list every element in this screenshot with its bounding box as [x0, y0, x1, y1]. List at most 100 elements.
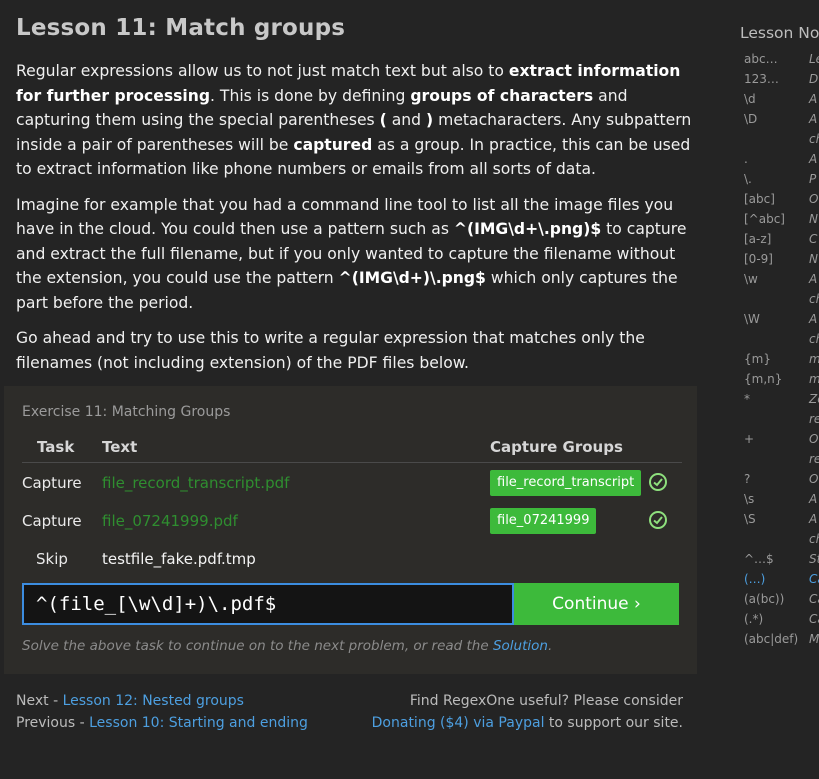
body-text: and	[386, 111, 427, 129]
sidebar-item-pattern: (a(bc))	[744, 592, 785, 606]
sidebar-item-description: Ca	[809, 592, 819, 606]
sidebar-item-pattern: ^…$	[744, 552, 774, 566]
donation-note: Find RegexOne useful? Please consider Do…	[372, 690, 683, 734]
sidebar-item-description: re	[809, 412, 819, 426]
sidebar-item-pattern: (…)	[744, 572, 766, 586]
table-row: Skip testfile_fake.pdf.tmp	[22, 540, 682, 578]
solution-link[interactable]: Solution	[493, 638, 548, 654]
sidebar-item-description: ch	[809, 532, 819, 546]
sidebar-item-description: O	[809, 472, 819, 486]
sidebar-item-description: St	[809, 552, 819, 566]
body-text: Go ahead and try to use this to write a …	[16, 329, 645, 372]
sidebar-item-pattern: \.	[744, 172, 752, 186]
donate-link[interactable]: Donating ($4) via Paypal	[372, 715, 545, 731]
body-text: . This is done by defining	[210, 86, 411, 105]
lesson-navigation: Next - Lesson 12: Nested groups Previous…	[16, 690, 308, 734]
header-task: Task	[37, 438, 75, 456]
sidebar-item-pattern: [^abc]	[744, 212, 785, 226]
hint-prefix: Solve the above task to continue on to t…	[22, 638, 493, 654]
paragraph-3: Go ahead and try to use this to write a …	[16, 326, 692, 375]
sidebar-item-description: O	[809, 192, 819, 206]
next-prefix: Next -	[16, 693, 63, 709]
sidebar-item-description: ch	[809, 332, 819, 346]
sidebar-item-description: D	[809, 72, 819, 86]
answer-row: Continue ›	[22, 583, 679, 625]
sidebar-item-pattern: [a-z]	[744, 232, 772, 246]
sidebar-item-description: N	[809, 252, 818, 266]
task-label: Capture	[22, 512, 82, 530]
check-icon	[649, 511, 667, 529]
paragraph-1: Regular expressions allow us to not just…	[16, 59, 692, 182]
capture-group-badge: file_07241999	[490, 508, 597, 534]
emphasis-text: captured	[293, 135, 373, 154]
sidebar-item-description: M	[809, 632, 819, 646]
sidebar-item-description: A	[809, 152, 818, 166]
paragraph-2: Imagine for example that you had a comma…	[16, 193, 692, 316]
task-label: Capture	[22, 474, 82, 492]
sidebar-item-description: A	[809, 312, 818, 326]
donate-suffix: to support our site.	[544, 715, 683, 731]
page-title: Lesson 11: Match groups	[16, 15, 346, 41]
sidebar-item-pattern: [0-9]	[744, 252, 773, 266]
sidebar-item-pattern: \s	[744, 492, 755, 506]
sidebar-item-description: O	[809, 432, 819, 446]
sidebar-item-description: m	[809, 372, 819, 386]
sidebar-item-description: A	[809, 512, 818, 526]
header-text: Text	[102, 438, 138, 456]
sidebar-title: Lesson No	[740, 24, 819, 42]
body-text: Regular expressions allow us to not just…	[16, 62, 509, 80]
sidebar-item-description: ch	[809, 132, 819, 146]
table-header: Task Text Capture Groups	[22, 429, 682, 463]
sidebar-item-description: N	[809, 212, 818, 226]
test-string: file_07241999.pdf	[102, 512, 238, 530]
regex-input[interactable]	[22, 583, 514, 625]
sidebar-item-description: P	[809, 172, 817, 186]
sidebar-item-description: m	[809, 352, 819, 366]
sidebar-item-description: C	[809, 232, 818, 246]
sidebar-item-description: ch	[809, 292, 819, 306]
exercise-title: Exercise 11: Matching Groups	[22, 404, 231, 420]
hint-suffix: .	[547, 638, 553, 654]
table-row: Capture file_07241999.pdf file_07241999	[22, 502, 682, 540]
sidebar-item-description: A	[809, 492, 818, 506]
sidebar-item-pattern: (abc|def)	[744, 632, 799, 646]
exercise-table: Task Text Capture Groups Capture file_re…	[22, 429, 682, 578]
sidebar-item-pattern: (.*)	[744, 612, 764, 626]
sidebar-item-pattern: abc…	[744, 52, 778, 66]
emphasis-text: ^(IMG\d+)\.png$	[338, 269, 486, 287]
sidebar-item-pattern: [abc]	[744, 192, 775, 206]
test-string: testfile_fake.pdf.tmp	[102, 550, 256, 568]
next-lesson-link[interactable]: Lesson 12: Nested groups	[63, 693, 244, 709]
sidebar-item-description: Ca	[809, 572, 819, 586]
sidebar-item-pattern: .	[744, 152, 748, 166]
continue-button[interactable]: Continue ›	[514, 583, 679, 625]
sidebar-item-pattern: \d	[744, 92, 756, 106]
capture-group-badge: file_record_transcript	[490, 470, 642, 496]
prev-prefix: Previous -	[16, 715, 90, 731]
lesson-body: Regular expressions allow us to not just…	[16, 59, 692, 386]
sidebar-item-pattern: {m}	[744, 352, 771, 366]
sidebar-item-description: Le	[809, 52, 819, 66]
sidebar-item-pattern: ?	[744, 472, 751, 486]
previous-lesson-link[interactable]: Lesson 10: Starting and ending	[89, 715, 308, 731]
sidebar-item-description: re	[809, 452, 819, 466]
emphasis-text: ^(IMG\d+\.png)$	[453, 220, 602, 238]
header-capture-groups: Capture Groups	[490, 438, 623, 456]
sidebar-item-description: A	[809, 112, 818, 126]
emphasis-text: (	[379, 111, 387, 129]
task-label: Skip	[36, 550, 68, 568]
sidebar-item-pattern: +	[744, 432, 755, 446]
sidebar-item-pattern: 123…	[744, 72, 779, 86]
sidebar-item-pattern: *	[744, 392, 750, 406]
sidebar-item-pattern: \D	[744, 112, 758, 126]
table-row: Capture file_record_transcript.pdf file_…	[22, 464, 682, 502]
sidebar-item-description: Ze	[809, 392, 819, 406]
sidebar-item-description: Ca	[809, 612, 819, 626]
hint-text: Solve the above task to continue on to t…	[22, 638, 552, 654]
test-string: file_record_transcript.pdf	[102, 474, 290, 492]
sidebar-item-description: A	[809, 92, 818, 106]
exercise-panel: Exercise 11: Matching Groups Task Text C…	[4, 386, 697, 674]
sidebar-item-pattern: \W	[744, 312, 760, 326]
sidebar-item-pattern: {m,n}	[744, 372, 783, 386]
sidebar-item-description: A	[809, 272, 818, 286]
